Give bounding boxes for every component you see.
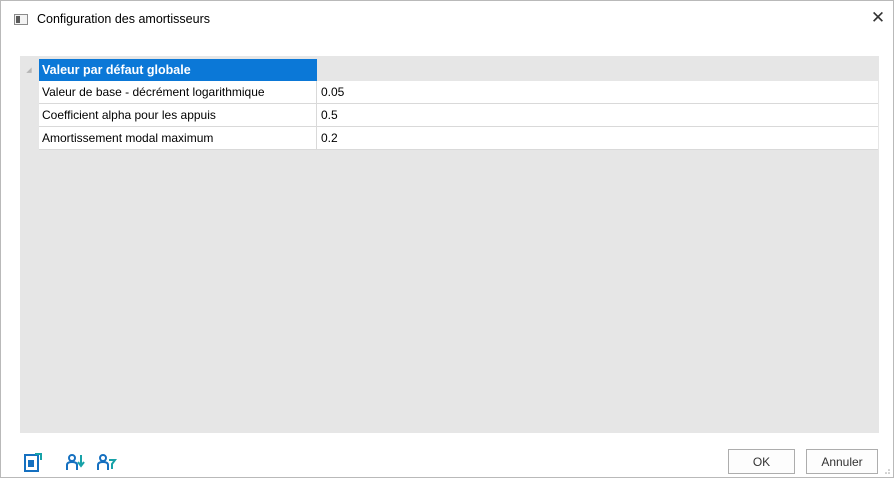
- property-row[interactable]: Valeur de base - décrément logarithmique…: [39, 81, 878, 104]
- document-edit-button[interactable]: [23, 453, 43, 473]
- title-bar: Configuration des amortisseurs ✕: [1, 1, 893, 37]
- property-name: Amortissement modal maximum: [39, 127, 317, 150]
- cancel-button[interactable]: Annuler: [806, 449, 878, 474]
- group-collapse-toggle[interactable]: ◢: [21, 65, 37, 77]
- window-app-icon: [14, 14, 28, 25]
- property-row[interactable]: Coefficient alpha pour les appuis 0.5: [39, 104, 878, 127]
- property-value-field[interactable]: 0.2: [317, 127, 878, 150]
- group-header-label: Valeur par défaut globale: [39, 59, 317, 81]
- sort-button[interactable]: [66, 453, 86, 473]
- property-table: Valeur par défaut globale Valeur de base…: [39, 59, 878, 150]
- filter-users-icon: [97, 454, 117, 470]
- ok-button[interactable]: OK: [728, 449, 795, 474]
- damper-configuration-dialog: Configuration des amortisseurs ✕ ◢ Valeu…: [0, 0, 894, 478]
- window-title: Configuration des amortisseurs: [37, 12, 210, 26]
- group-header-value: [317, 59, 878, 81]
- filter-button[interactable]: [97, 453, 117, 473]
- property-value-field[interactable]: 0.5: [317, 104, 878, 127]
- sort-users-icon: [66, 454, 85, 470]
- property-row[interactable]: Amortissement modal maximum 0.2: [39, 127, 878, 150]
- group-header-row[interactable]: Valeur par défaut globale: [39, 59, 878, 81]
- collapse-triangle-icon: ◢: [26, 67, 32, 74]
- resize-grip-icon[interactable]: [884, 468, 890, 474]
- property-value-field[interactable]: 0.05: [317, 81, 878, 104]
- document-edit-icon: [24, 453, 42, 472]
- close-button[interactable]: ✕: [863, 1, 893, 35]
- property-name: Coefficient alpha pour les appuis: [39, 104, 317, 127]
- close-icon: ✕: [870, 8, 886, 27]
- property-name: Valeur de base - décrément logarithmique: [39, 81, 317, 104]
